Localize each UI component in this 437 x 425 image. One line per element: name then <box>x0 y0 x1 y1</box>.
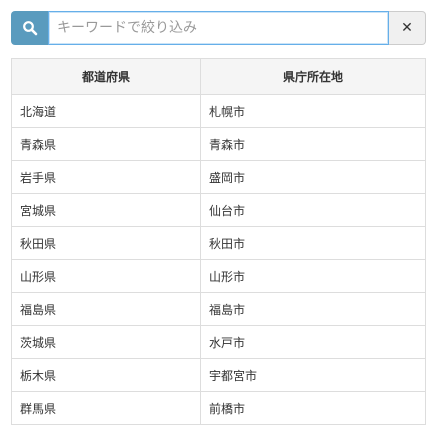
table-row: 群馬県 前橋市 <box>11 391 426 425</box>
capital-cell: 札幌市 <box>200 94 426 128</box>
table-row: 栃木県 宇都宮市 <box>11 358 426 392</box>
close-icon: ✕ <box>401 20 413 36</box>
capital-cell: 青森市 <box>200 127 426 161</box>
prefecture-cell: 栃木県 <box>11 358 201 392</box>
prefecture-cell: 青森県 <box>11 127 201 161</box>
prefecture-cell: 宮城県 <box>11 193 201 227</box>
table-row: 秋田県 秋田市 <box>11 226 426 260</box>
table-row: 宮城県 仙台市 <box>11 193 426 227</box>
capital-cell: 水戸市 <box>200 325 426 359</box>
capital-cell: 山形市 <box>200 259 426 293</box>
search-icon <box>22 21 37 36</box>
capital-cell: 宇都宮市 <box>200 358 426 392</box>
table-row: 青森県 青森市 <box>11 127 426 161</box>
table-row: 岩手県 盛岡市 <box>11 160 426 194</box>
prefecture-cell: 岩手県 <box>11 160 201 194</box>
table-header-row: 都道府県 県庁所在地 <box>11 58 426 95</box>
column-header-prefecture[interactable]: 都道府県 <box>11 58 201 95</box>
column-header-capital[interactable]: 県庁所在地 <box>200 58 426 95</box>
table-row: 北海道 札幌市 <box>11 94 426 128</box>
clear-button[interactable]: ✕ <box>389 11 426 45</box>
capital-cell: 秋田市 <box>200 226 426 260</box>
prefecture-cell: 群馬県 <box>11 391 201 425</box>
search-button[interactable] <box>11 11 48 45</box>
prefecture-cell: 福島県 <box>11 292 201 326</box>
prefecture-cell: 秋田県 <box>11 226 201 260</box>
capital-cell: 前橋市 <box>200 391 426 425</box>
search-input[interactable] <box>48 11 389 45</box>
prefecture-cell: 山形県 <box>11 259 201 293</box>
table-row: 福島県 福島市 <box>11 292 426 326</box>
prefecture-cell: 北海道 <box>11 94 201 128</box>
prefecture-table: 都道府県 県庁所在地 北海道 札幌市 青森県 青森市 岩手県 盛岡市 宮城県 仙… <box>11 58 426 425</box>
prefecture-cell: 茨城県 <box>11 325 201 359</box>
capital-cell: 盛岡市 <box>200 160 426 194</box>
search-bar: ✕ <box>11 11 426 45</box>
capital-cell: 福島市 <box>200 292 426 326</box>
table-row: 茨城県 水戸市 <box>11 325 426 359</box>
table-row: 山形県 山形市 <box>11 259 426 293</box>
capital-cell: 仙台市 <box>200 193 426 227</box>
